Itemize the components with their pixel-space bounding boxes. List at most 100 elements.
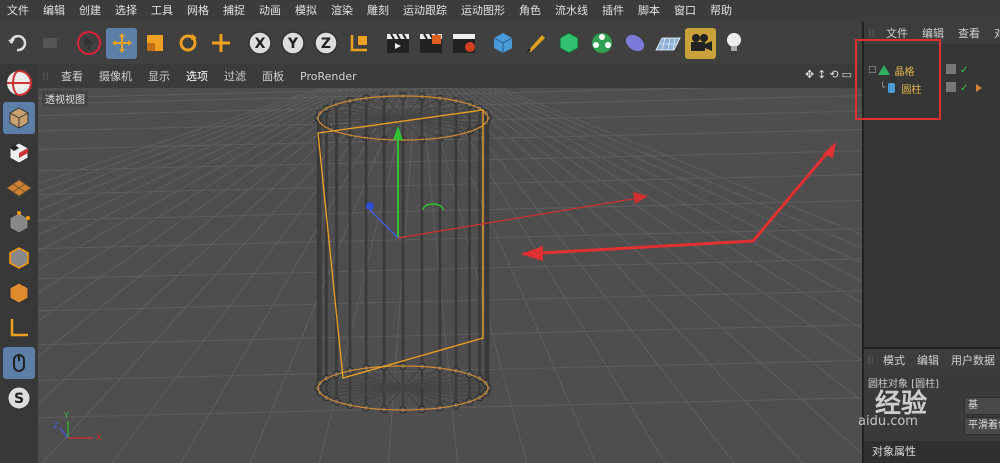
attr-tab-userdata[interactable]: 用户数据 bbox=[945, 352, 1000, 368]
model-cube-icon bbox=[9, 107, 29, 129]
tweak-mode-button[interactable] bbox=[3, 347, 35, 379]
axis-x-label: X bbox=[254, 36, 265, 52]
deformer-button[interactable] bbox=[619, 28, 650, 59]
viewport-menu-item-5[interactable]: 面板 bbox=[254, 68, 292, 84]
grip-icon: ⁞⁞ bbox=[868, 26, 875, 40]
live-select-button[interactable] bbox=[73, 28, 104, 59]
camera-icon bbox=[690, 34, 712, 51]
axis-x-button[interactable]: X bbox=[244, 28, 275, 59]
floor-button[interactable] bbox=[652, 28, 683, 59]
viewport-nav-icons: ✥ ↕ ⟲ ▭ bbox=[805, 68, 852, 81]
mouse-icon bbox=[13, 354, 25, 372]
viewport-label: 透视视图 bbox=[42, 91, 88, 106]
pen-icon bbox=[525, 35, 545, 53]
light-bulb-icon bbox=[726, 33, 741, 51]
checker-cube-icon bbox=[9, 142, 29, 164]
attr-tab-edit[interactable]: 编辑 bbox=[911, 352, 945, 368]
render-view-button[interactable] bbox=[382, 28, 413, 59]
menu-item-18[interactable]: 帮助 bbox=[703, 0, 739, 22]
pan-icon[interactable]: ✥ bbox=[805, 68, 814, 81]
viewport-menu-item-3[interactable]: 选项 bbox=[178, 68, 216, 84]
workplane-button[interactable] bbox=[3, 172, 35, 204]
watermark-domain: aidu.com bbox=[858, 414, 918, 429]
transform-button[interactable] bbox=[205, 28, 236, 59]
menu-item-15[interactable]: 插件 bbox=[595, 0, 631, 22]
world-z-axis bbox=[59, 427, 69, 439]
pen-button[interactable] bbox=[520, 28, 551, 59]
orbit-icon[interactable]: ⟲ bbox=[829, 68, 838, 81]
attr-phong-tab[interactable]: 平滑着色 bbox=[964, 417, 1000, 435]
viewport-menu-item-1[interactable]: 摄像机 bbox=[91, 68, 140, 84]
menu-item-11[interactable]: 运动跟踪 bbox=[396, 0, 454, 22]
polygons-mode-button[interactable] bbox=[3, 277, 35, 309]
menu-item-0[interactable]: 文件 bbox=[0, 0, 36, 22]
svg-text:S: S bbox=[14, 391, 24, 407]
render-picture-viewer-button[interactable] bbox=[415, 28, 446, 59]
menu-item-17[interactable]: 窗口 bbox=[667, 0, 703, 22]
clapper-settings-icon bbox=[452, 34, 475, 53]
edges-mode-button[interactable] bbox=[3, 242, 35, 274]
coordinate-system-button[interactable] bbox=[343, 28, 374, 59]
axis-icon bbox=[10, 319, 28, 337]
maximize-icon[interactable]: ▭ bbox=[842, 68, 852, 81]
cloner-button[interactable] bbox=[586, 28, 617, 59]
attr-tab-mode[interactable]: 模式 bbox=[877, 352, 911, 368]
dolly-icon[interactable]: ↕ bbox=[817, 68, 826, 81]
menu-item-10[interactable]: 雕刻 bbox=[360, 0, 396, 22]
texture-mode-button[interactable] bbox=[3, 137, 35, 169]
points-mode-button[interactable] bbox=[3, 207, 35, 239]
viewport-menu-item-6[interactable]: ProRender bbox=[292, 70, 365, 83]
left-toolbar: S bbox=[0, 64, 38, 463]
annotation-highlight-box bbox=[855, 39, 941, 120]
viewport-menu-item-0[interactable]: 查看 bbox=[53, 68, 91, 84]
menu-item-3[interactable]: 选择 bbox=[108, 0, 144, 22]
om-tab-view[interactable]: 查看 bbox=[951, 25, 987, 41]
menu-item-13[interactable]: 角色 bbox=[512, 0, 548, 22]
menu-item-7[interactable]: 动画 bbox=[252, 0, 288, 22]
move-button[interactable] bbox=[106, 27, 137, 59]
render-settings-button[interactable] bbox=[448, 28, 479, 59]
scale-icon bbox=[146, 35, 163, 51]
cube-button[interactable] bbox=[487, 28, 518, 59]
viewport-menu-item-2[interactable]: 显示 bbox=[140, 68, 178, 84]
subdivision-button[interactable] bbox=[553, 28, 584, 59]
object-properties-header: 对象属性 bbox=[864, 441, 1000, 463]
camera-button[interactable] bbox=[685, 27, 716, 59]
menu-item-9[interactable]: 渲染 bbox=[324, 0, 360, 22]
snap-button[interactable]: S bbox=[3, 382, 35, 414]
rotate-button[interactable] bbox=[172, 28, 203, 59]
floor-grid-icon bbox=[654, 37, 681, 51]
om-tab-objects[interactable]: 对 bbox=[987, 25, 1000, 41]
undo-button[interactable] bbox=[1, 28, 32, 59]
clapper-render-icon bbox=[419, 33, 442, 53]
light-button[interactable] bbox=[718, 28, 749, 59]
axis-z-button[interactable]: Z bbox=[310, 28, 341, 59]
axis-y-button[interactable]: Y bbox=[277, 28, 308, 59]
menu-item-12[interactable]: 运动图形 bbox=[454, 0, 512, 22]
svg-text:Z: Z bbox=[53, 421, 59, 430]
redo-button[interactable] bbox=[34, 28, 65, 59]
viewport-menu-item-4[interactable]: 过滤 bbox=[216, 68, 254, 84]
clapper-icon bbox=[386, 33, 409, 53]
z-axis-knob bbox=[366, 202, 374, 210]
layer-flag-icon bbox=[946, 64, 956, 74]
axis-mode-button[interactable] bbox=[3, 312, 35, 344]
menu-item-2[interactable]: 创建 bbox=[72, 0, 108, 22]
menu-item-1[interactable]: 编辑 bbox=[36, 0, 72, 22]
svg-text:X: X bbox=[96, 433, 102, 442]
menu-item-14[interactable]: 流水线 bbox=[548, 0, 595, 22]
subdivision-icon bbox=[559, 32, 578, 54]
tag-icon bbox=[976, 84, 982, 92]
workplane-grid-icon bbox=[6, 179, 32, 197]
menu-item-16[interactable]: 脚本 bbox=[631, 0, 667, 22]
attr-basic-tab[interactable]: 基 bbox=[964, 397, 1000, 415]
menu-item-6[interactable]: 捕捉 bbox=[216, 0, 252, 22]
perspective-viewport[interactable]: Y X Z 透视视图 bbox=[38, 88, 862, 463]
attribute-tabs: ⁞⁞ 模式 编辑 用户数据 bbox=[864, 347, 1000, 371]
make-editable-button[interactable] bbox=[3, 67, 35, 99]
menu-item-8[interactable]: 模拟 bbox=[288, 0, 324, 22]
model-mode-button[interactable] bbox=[3, 102, 35, 134]
menu-item-5[interactable]: 网格 bbox=[180, 0, 216, 22]
menu-item-4[interactable]: 工具 bbox=[144, 0, 180, 22]
scale-button[interactable] bbox=[139, 28, 170, 59]
